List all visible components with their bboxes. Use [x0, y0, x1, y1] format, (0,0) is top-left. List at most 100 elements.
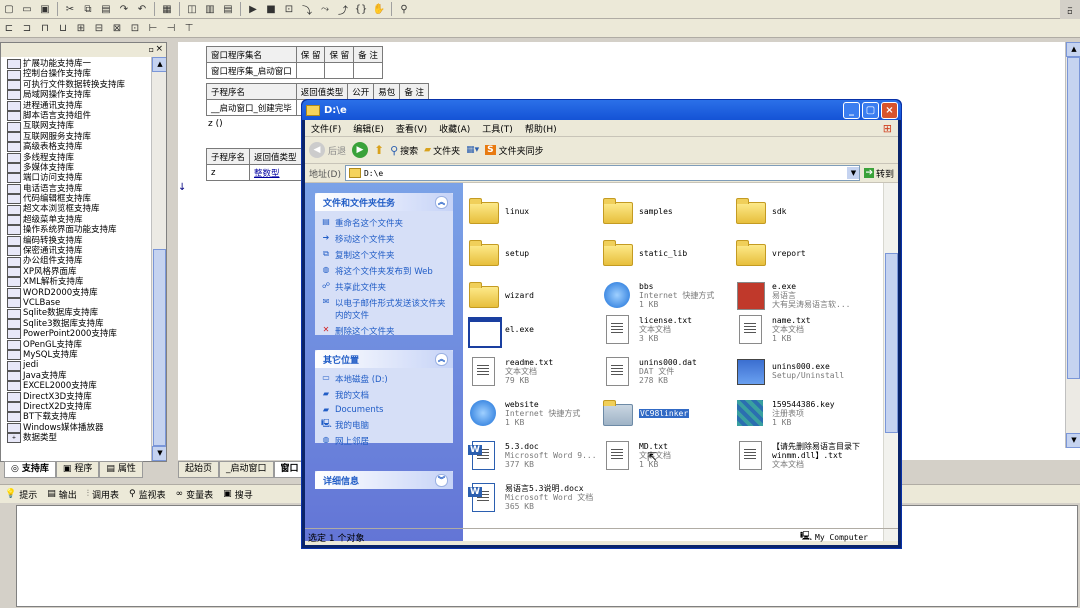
table-cell[interactable]: 整数型	[249, 164, 302, 181]
menu-edit[interactable]: 编辑(E)	[353, 122, 384, 135]
menu-view[interactable]: 查看(V)	[396, 122, 427, 135]
table-cell[interactable]: 窗口程序集_启动窗口	[206, 62, 297, 79]
file-item[interactable]: 159544386.key 注册表项 1 KB	[734, 395, 864, 431]
tree-item[interactable]: 代码编辑框支持库	[3, 194, 150, 205]
tree-item[interactable]: DirectX3D支持库	[3, 392, 150, 402]
file-item[interactable]: license.txt 文本文档 3 KB	[601, 311, 731, 347]
place-item[interactable]: ▰ Documents	[315, 403, 453, 417]
table-cell[interactable]: __启动窗口_创建完毕	[206, 99, 297, 116]
tab-search[interactable]: ▣ 搜寻	[223, 488, 253, 501]
align-center-icon[interactable]: ⊐	[20, 21, 34, 35]
subroutine-table-2[interactable]: 子程序名 返回值类型 z 整数型	[205, 148, 302, 181]
file-list[interactable]: linux samples sdk setup static_lib vreport wiz…	[463, 183, 898, 541]
tree-item[interactable]: Sqlite3数据库支持库	[3, 319, 150, 329]
step-out-icon[interactable]: ⤴	[336, 2, 350, 17]
file-item[interactable]: unins000.dat DAT 文件 278 KB	[601, 353, 731, 389]
scroll-up-icon[interactable]: ▲	[1066, 42, 1080, 57]
collapse-icon[interactable]: ︽	[435, 196, 448, 209]
assembly-table[interactable]: 窗口程序集名 保 留 保 留 备 注 窗口程序集_启动窗口	[206, 46, 383, 79]
menu-favorites[interactable]: 收藏(A)	[439, 122, 470, 135]
tree-item[interactable]: 超文本浏览框支持库	[3, 204, 150, 215]
tab-program[interactable]: ▣ 程序	[55, 461, 100, 478]
tree-item[interactable]: jedi	[3, 360, 150, 371]
cut-icon[interactable]: ✂	[63, 2, 77, 16]
tree-item[interactable]: PowerPoint2000支持库	[3, 329, 150, 340]
code-scrollbar[interactable]: ▲ ▼	[1065, 42, 1080, 448]
run-icon[interactable]: ▶	[246, 2, 260, 16]
tree-item[interactable]: Sqlite数据库支持库	[3, 308, 150, 319]
go-button[interactable]: ➔ 转到	[864, 167, 894, 180]
align-bottom-icon[interactable]: ⊞	[74, 21, 88, 35]
layout1-icon[interactable]: ◫	[185, 2, 199, 16]
file-item[interactable]: linux	[467, 193, 597, 229]
tab-startup-window[interactable]: _启动窗口	[219, 461, 274, 478]
table-cell[interactable]	[295, 62, 326, 79]
layout2-icon[interactable]: ▥	[203, 2, 217, 16]
tree-item[interactable]: 操作系统界面功能支持库	[3, 225, 150, 236]
file-item[interactable]: wizard	[467, 277, 597, 313]
task-item[interactable]: ✕ 删除这个文件夹	[315, 323, 453, 339]
menu-tools[interactable]: 工具(T)	[482, 122, 513, 135]
center-v-icon[interactable]: ⊤	[182, 21, 196, 35]
maximize-button[interactable]: ▢	[862, 101, 879, 119]
scroll-thumb[interactable]	[153, 249, 166, 446]
tab-hint[interactable]: 💡 提示	[5, 488, 37, 501]
file-item[interactable]: unins000.exe Setup/Uninstall	[734, 353, 864, 389]
task-item[interactable]: ⧉ 复制这个文件夹	[315, 247, 453, 263]
file-item[interactable]: W 5.3.doc Microsoft Word 9... 377 KB	[467, 437, 597, 473]
task-item[interactable]: ✉ 以电子邮件形式发送该文件夹内的文件	[315, 295, 453, 323]
tree-item[interactable]: 互联网支持库	[3, 121, 150, 132]
explorer-titlebar[interactable]: D:\e _ ▢ ×	[302, 100, 901, 120]
tab-variables[interactable]: ∞ 变量表	[176, 488, 214, 501]
scroll-thumb[interactable]	[1067, 57, 1080, 379]
tree-item[interactable]: 扩展功能支持库一	[3, 59, 150, 70]
tree-item[interactable]: + 数据类型	[3, 433, 150, 444]
file-item[interactable]: setup	[467, 235, 597, 271]
minimize-button[interactable]: _	[843, 101, 860, 119]
table-cell[interactable]	[324, 62, 355, 79]
tree-item[interactable]: EXCEL2000支持库	[3, 381, 150, 392]
file-item[interactable]: el.exe	[467, 311, 597, 348]
tree-item[interactable]: DirectX2D支持库	[3, 402, 150, 413]
scroll-down-icon[interactable]: ▼	[152, 446, 166, 461]
expand-icon[interactable]: ︾	[435, 474, 448, 487]
tree-item[interactable]: 保密通讯支持库	[3, 246, 150, 257]
file-scrollbar[interactable]	[883, 183, 898, 541]
tree-item[interactable]: VCLBase	[3, 298, 150, 309]
file-item[interactable]: vreport	[734, 235, 864, 271]
pin-icon[interactable]: ▫	[149, 45, 154, 54]
same-height-icon[interactable]: ⊠	[110, 21, 124, 35]
explorer-window[interactable]: D:\e _ ▢ × 文件(F) 编辑(E) 查看(V) 收藏(A) 工具(T)…	[301, 99, 902, 549]
undo-icon[interactable]: ↶	[135, 2, 149, 16]
tree-item[interactable]: 超级菜单支持库	[3, 215, 150, 226]
file-item[interactable]: W 易语言5.3说明.docx Microsoft Word 文档 365 KB	[467, 479, 597, 515]
file-tasks-header[interactable]: 文件和文件夹任务 ︽	[315, 193, 453, 211]
close-icon[interactable]: ×	[155, 44, 163, 54]
center-h-icon[interactable]: ⊣	[164, 21, 178, 35]
open-icon[interactable]: ▭	[20, 2, 34, 16]
binoculars-icon[interactable]: ⚲	[397, 2, 411, 16]
file-item[interactable]: bbs Internet 快捷方式 1 KB	[601, 277, 731, 313]
task-item[interactable]: ☍ 共享此文件夹	[315, 279, 453, 295]
tree-item[interactable]: XP风格界面库	[3, 267, 150, 277]
tree-item[interactable]: OPenGL支持库	[3, 340, 150, 350]
tree-item[interactable]: 端口访问支持库	[3, 173, 150, 184]
tree-item[interactable]: 多线程支持库	[3, 153, 150, 163]
place-item[interactable]: ▰ 我的文档	[315, 387, 453, 403]
details-header[interactable]: 详细信息 ︾	[315, 471, 453, 489]
folder-sync-button[interactable]: S 文件夹同步	[485, 144, 544, 157]
tree-item[interactable]: Java支持库	[3, 371, 150, 381]
place-item[interactable]: 🖳 我的电脑	[315, 417, 453, 433]
table-cell[interactable]: z	[205, 164, 251, 181]
tree-item[interactable]: 电话语言支持库	[3, 184, 150, 194]
dropdown-icon[interactable]: ▼	[847, 167, 860, 179]
scroll-thumb[interactable]	[885, 253, 898, 433]
file-item[interactable]: e.exe 易语言 大有吴涛易语言软...	[734, 277, 864, 313]
task-item[interactable]: ◍ 将这个文件夹发布到 Web	[315, 263, 453, 279]
step-into-icon[interactable]: ⤵	[300, 2, 314, 17]
tab-output[interactable]: ▤ 输出	[47, 488, 77, 501]
file-item[interactable]: website Internet 快捷方式 1 KB	[467, 395, 597, 431]
file-item[interactable]: name.txt 文本文档 1 KB	[734, 311, 864, 347]
save-icon[interactable]: ▣	[38, 2, 52, 16]
other-places-header[interactable]: 其它位置 ︽	[315, 350, 453, 368]
